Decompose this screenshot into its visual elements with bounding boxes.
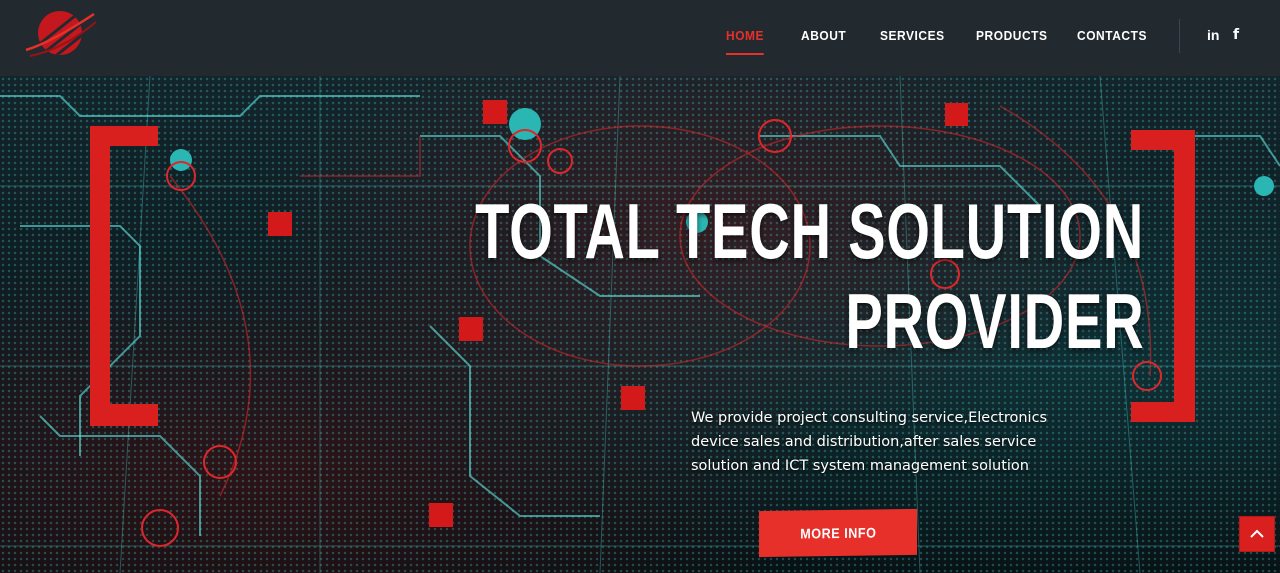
brand-logo[interactable] [22, 6, 98, 64]
hero-title-line1: TOTAL TECH SOLUTION [475, 187, 1144, 275]
hero-description: We provide project consulting service,El… [691, 410, 1048, 474]
red-square-deco [429, 503, 453, 527]
more-info-label: MORE INFO [799, 524, 877, 542]
nav-home[interactable]: HOME [726, 28, 765, 55]
scroll-top-button[interactable] [1239, 516, 1275, 552]
hero-title-line2: PROVIDER [844, 277, 1144, 365]
left-bracket [90, 126, 110, 426]
red-square-deco [483, 100, 507, 124]
left-bracket-top [90, 126, 158, 146]
red-square-deco [268, 212, 292, 236]
right-bracket-bottom [1131, 402, 1195, 422]
linkedin-icon[interactable]: in [1207, 27, 1219, 43]
left-bracket-bottom [90, 404, 158, 426]
red-square-deco [459, 317, 483, 341]
red-square-deco [621, 386, 645, 410]
site-header: HOME ABOUT SERVICES PRODUCTS CONTACTS in… [0, 0, 1280, 76]
nav-products[interactable]: PRODUCTS [976, 28, 1048, 48]
nav-about[interactable]: ABOUT [801, 28, 846, 48]
chevron-up-icon [1250, 529, 1264, 538]
right-bracket-top [1131, 130, 1195, 150]
nav-services[interactable]: SERVICES [880, 28, 945, 48]
facebook-icon[interactable]: f [1233, 27, 1239, 43]
hero-section: TOTAL TECH SOLUTION PROVIDER We provide … [0, 76, 1280, 573]
more-info-button[interactable]: MORE INFO [759, 508, 917, 558]
right-bracket [1174, 130, 1195, 422]
nav-divider [1179, 19, 1180, 53]
red-square-deco [945, 103, 968, 126]
nav-contacts[interactable]: CONTACTS [1077, 28, 1147, 48]
